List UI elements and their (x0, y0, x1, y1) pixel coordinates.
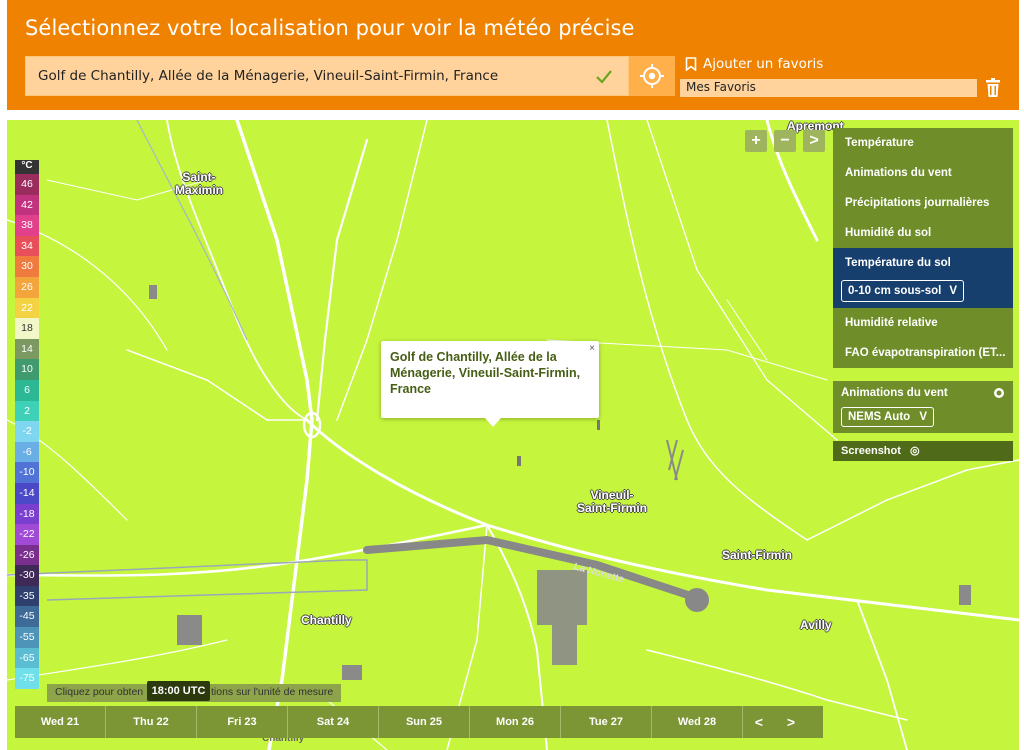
layer-item[interactable]: Animations du vent (833, 158, 1013, 188)
legend-row: -14 (15, 482, 39, 504)
layer-item[interactable]: FAO évapotranspiration (ET... (833, 338, 1013, 368)
legend-row: -2 (15, 421, 39, 442)
legend-row: -26 (15, 544, 39, 566)
zoom-out-button[interactable]: − (774, 130, 796, 152)
day-tab[interactable]: Fri 23 (197, 706, 288, 738)
layer-item[interactable]: Température (833, 128, 1013, 158)
legend-row: 14 (15, 338, 39, 360)
favorites-select[interactable]: Mes Favoris (680, 79, 977, 97)
day-tab[interactable]: Sun 25 (379, 706, 470, 738)
legend-row: -75 (15, 668, 39, 689)
legend-row: 18 (15, 318, 39, 339)
layer-item[interactable]: Humidité du sol (833, 218, 1013, 248)
day-timeline: Wed 21 Thu 22 Fri 23 Sat 24 Sun 25 Mon 26 Tue … (15, 706, 823, 738)
soil-depth-wrap: 0-10 cm sous-sol V (833, 278, 1013, 308)
legend-row: -6 (15, 441, 39, 463)
temperature-legend: °C 46 42 38 34 30 26 22 18 14 10 6 2 -2 -6 -10 -14 -18 -2… (15, 160, 39, 689)
legend-row: -22 (15, 524, 39, 545)
wind-model-value: NEMS Auto (848, 411, 911, 423)
previous-day-button[interactable]: < (743, 714, 775, 730)
legend-row: 10 (15, 359, 39, 380)
collapse-panel-button[interactable]: > (803, 130, 825, 152)
place-label-vineuil: Vineuil- Saint-Firmin (577, 488, 648, 515)
layer-item[interactable]: Humidité relative (833, 308, 1013, 338)
popup-text: Golf de Chantilly, Allée de la Ménagerie… (390, 350, 581, 396)
camera-icon: ◎ (909, 445, 920, 457)
legend-row: -35 (15, 585, 39, 607)
screenshot-button[interactable]: Screenshot ◎ (833, 441, 1013, 461)
day-tab[interactable]: Sat 24 (288, 706, 379, 738)
chevron-down-icon: V (919, 411, 928, 423)
location-search-input[interactable]: Golf de Chantilly, Allée de la Ménagerie… (25, 56, 629, 96)
wind-model-select[interactable]: NEMS Auto V (841, 407, 935, 427)
legend-row: 22 (15, 297, 39, 319)
time-badge: 18:00 UTC (147, 681, 210, 701)
legend-unit: °C (15, 160, 39, 174)
zoom-in-button[interactable]: + (745, 130, 767, 152)
place-label-saint-maximin: Saint- Maximin (175, 170, 224, 197)
chevron-down-icon: V (949, 285, 957, 297)
legend-row: 2 (15, 400, 39, 422)
page-title: Sélectionnez votre localisation pour voi… (25, 16, 635, 40)
location-popup: Golf de Chantilly, Allée de la Ménagerie… (381, 341, 599, 427)
layer-panel: Température Animations du vent Précipitati… (833, 128, 1013, 368)
check-icon (596, 70, 612, 84)
legend-row: 42 (15, 194, 39, 216)
wind-panel: Animations du vent NEMS Auto V (833, 381, 1013, 433)
add-favorite-label: Ajouter un favoris (703, 56, 824, 72)
screenshot-label: Screenshot (841, 445, 901, 457)
soil-depth-value: 0-10 cm sous-sol (848, 285, 942, 297)
wind-title: Animations du vent (841, 387, 948, 399)
bookmark-icon (685, 57, 697, 71)
soil-depth-select[interactable]: 0-10 cm sous-sol V (841, 280, 964, 302)
next-day-button[interactable]: > (775, 714, 807, 730)
legend-row: 38 (15, 215, 39, 236)
popup-tip (485, 418, 501, 427)
day-tab[interactable]: Thu 22 (106, 706, 197, 738)
place-label-avilly: Avilly (800, 618, 832, 632)
day-tab[interactable]: Mon 26 (470, 706, 561, 738)
crosshair-icon (640, 64, 664, 88)
trash-icon[interactable] (985, 78, 1001, 98)
info-right-text: tions sur l'unité de mesure (211, 686, 334, 698)
legend-row: 26 (15, 276, 39, 298)
legend-row: -65 (15, 647, 39, 669)
layer-item[interactable]: Précipitations journalières (833, 188, 1013, 218)
toggle-radio-icon[interactable] (993, 387, 1005, 399)
legend-row: -55 (15, 627, 39, 648)
day-tab[interactable]: Wed 21 (15, 706, 106, 738)
place-label-chantilly: Chantilly (301, 613, 352, 627)
search-value: Golf de Chantilly, Allée de la Ménagerie… (38, 68, 499, 84)
weather-map[interactable]: Saint- Maximin Apremont Vineuil- Saint-F… (7, 120, 1019, 750)
legend-row: 6 (15, 379, 39, 401)
page: Sélectionnez votre localisation pour voi… (0, 0, 1024, 750)
day-tab[interactable]: Tue 27 (561, 706, 652, 738)
locate-button[interactable] (629, 56, 675, 96)
legend-row: -18 (15, 503, 39, 525)
legend-row: -10 (15, 462, 39, 483)
add-favorite-button[interactable]: Ajouter un favoris (685, 56, 823, 72)
place-label-saint-firmin: Saint-Firmin (722, 548, 793, 562)
legend-row: 34 (15, 235, 39, 257)
location-header: Sélectionnez votre localisation pour voi… (7, 0, 1019, 110)
info-left-text: Cliquez pour obten (55, 686, 144, 698)
layer-item[interactable]: Température du sol (833, 248, 1013, 278)
legend-row: -45 (15, 606, 39, 628)
day-tab[interactable]: Wed 28 (652, 706, 743, 738)
wind-title-row: Animations du vent (841, 387, 1005, 399)
legend-row: 30 (15, 256, 39, 277)
legend-row: -30 (15, 565, 39, 586)
popup-close-button[interactable]: × (589, 343, 595, 354)
legend-row: 46 (15, 174, 39, 195)
